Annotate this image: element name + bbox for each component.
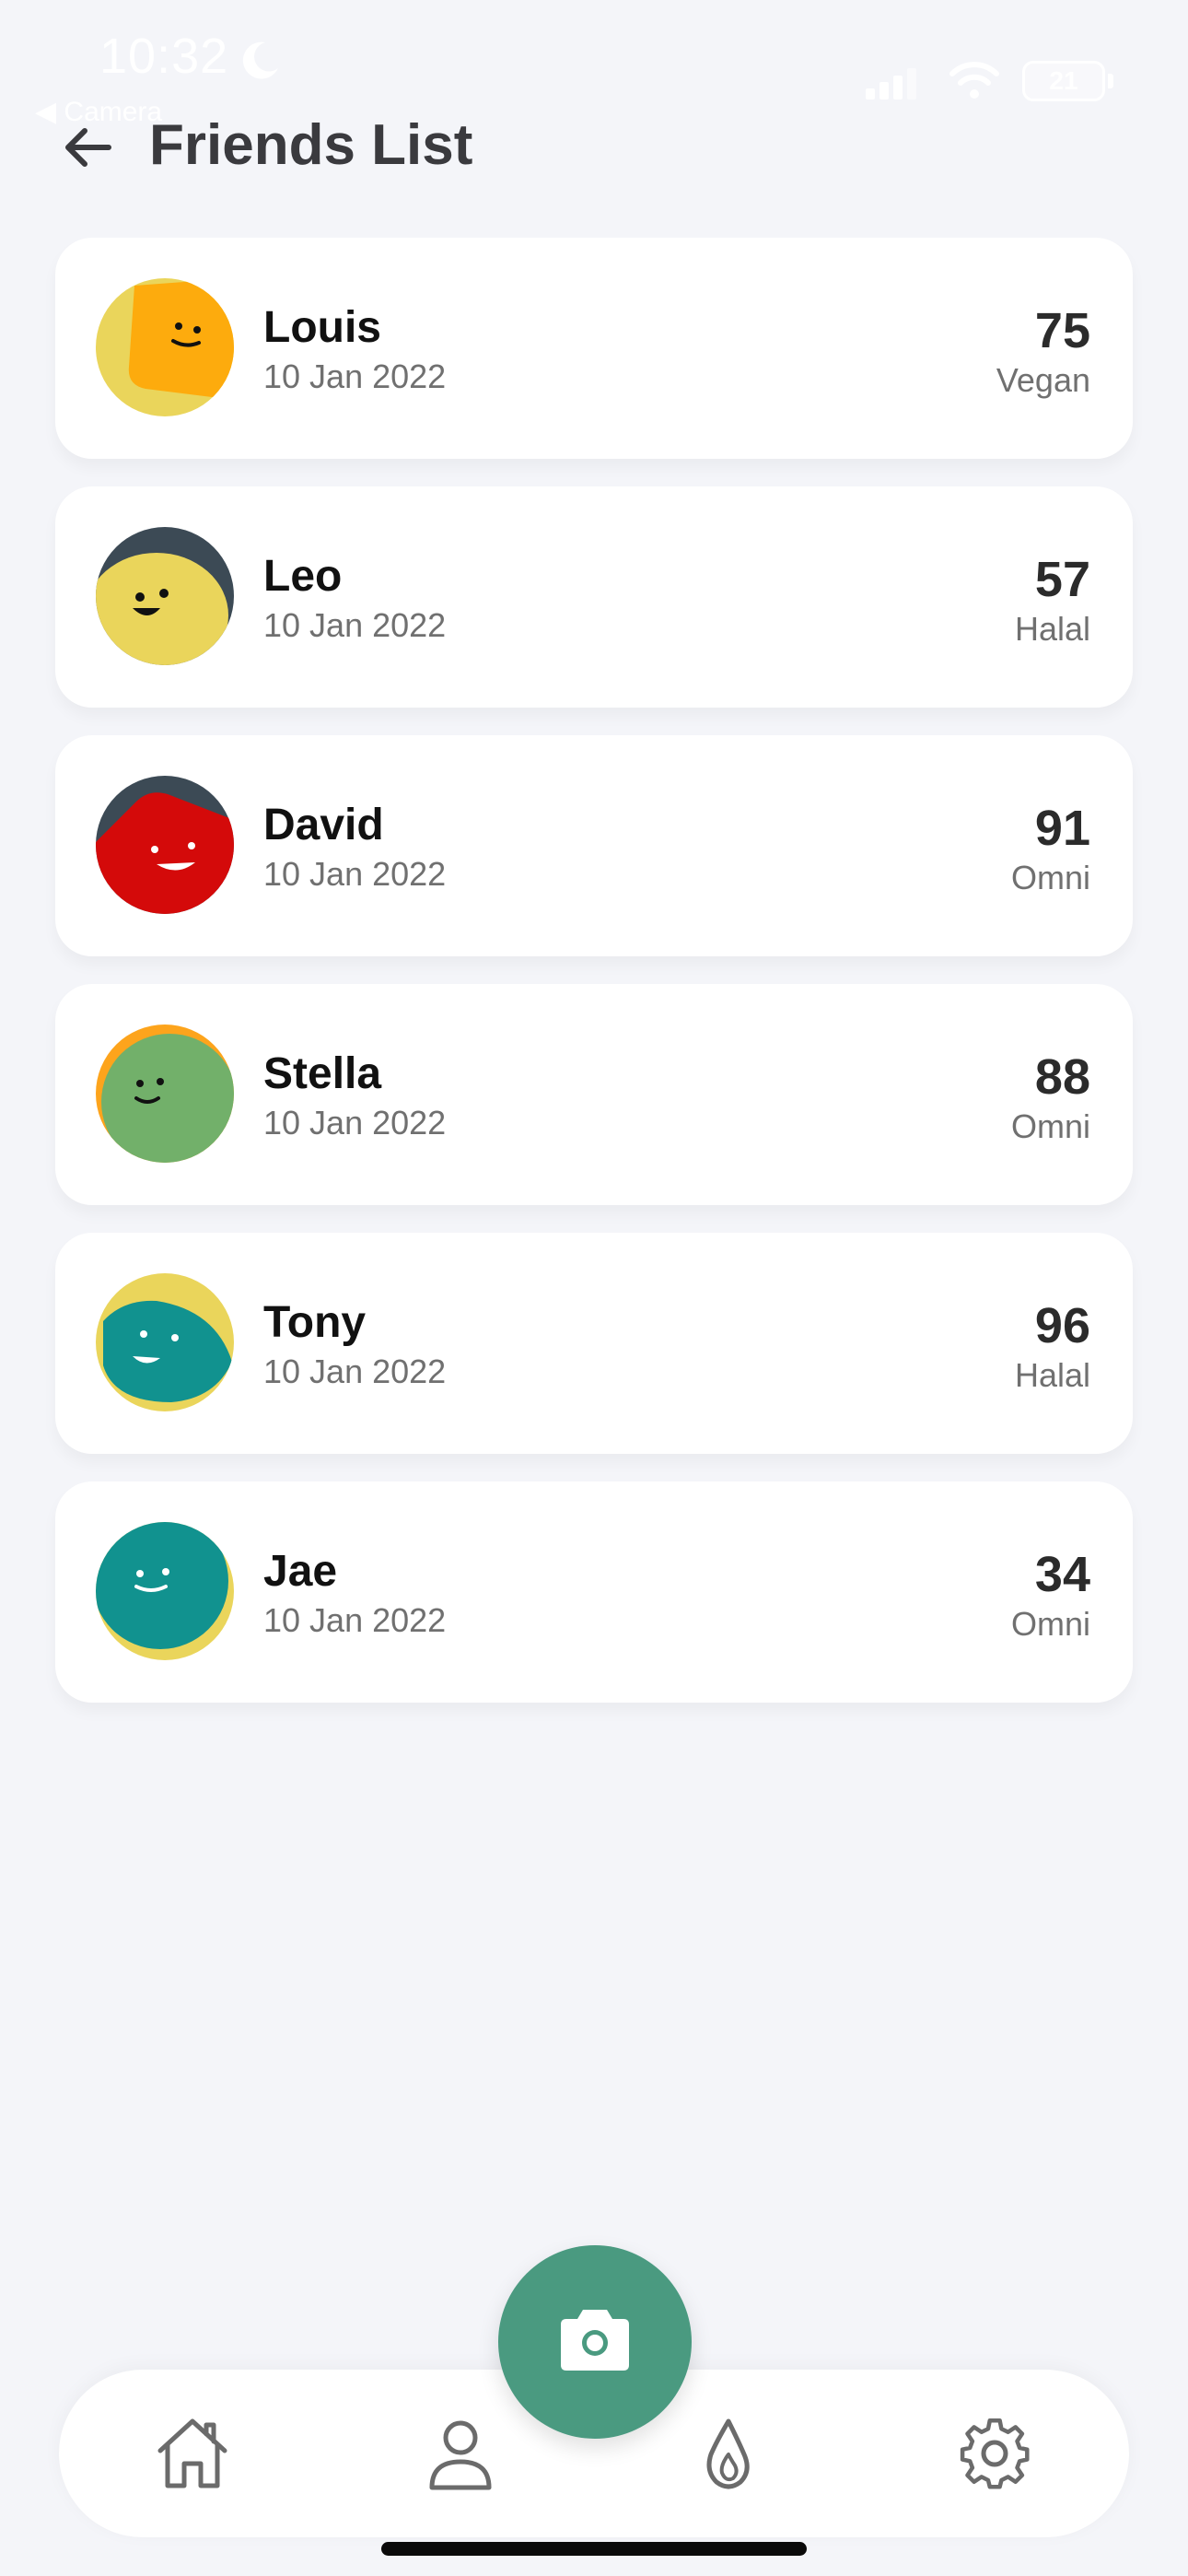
arrow-left-icon[interactable] xyxy=(61,120,116,175)
friend-diet: Vegan xyxy=(996,361,1090,399)
friend-score: 75 xyxy=(1034,303,1090,358)
settings-icon[interactable] xyxy=(955,2414,1034,2493)
avatar xyxy=(96,1025,234,1163)
friend-card-stella[interactable]: Stella 10 Jan 2022 88 Omni xyxy=(55,984,1133,1205)
friend-card-louis[interactable]: Louis 10 Jan 2022 75 Vegan xyxy=(55,238,1133,459)
friend-name: Stella xyxy=(263,1049,382,1098)
friend-date: 10 Jan 2022 xyxy=(263,1601,447,1639)
friend-card-tony[interactable]: Tony 10 Jan 2022 96 Halal xyxy=(55,1233,1133,1454)
friend-date: 10 Jan 2022 xyxy=(263,1104,447,1142)
avatar xyxy=(96,278,234,416)
avatar xyxy=(96,1522,234,1660)
status-bar: 10:32 ◀ Camera 21 xyxy=(0,0,1188,129)
friend-card-leo[interactable]: Leo 10 Jan 2022 57 Halal xyxy=(55,486,1133,708)
friend-date: 10 Jan 2022 xyxy=(263,606,447,644)
friend-date: 10 Jan 2022 xyxy=(263,855,447,893)
friend-list: Louis 10 Jan 2022 75 Vegan Leo 10 Jan 20… xyxy=(55,238,1133,1730)
camera-icon xyxy=(561,2310,629,2371)
avatar xyxy=(96,527,234,665)
friend-diet: Omni xyxy=(1010,859,1090,896)
friend-score: 88 xyxy=(1034,1049,1090,1105)
friend-diet: Omni xyxy=(1010,1605,1090,1643)
friend-name: Jae xyxy=(263,1547,338,1596)
avatar xyxy=(96,1273,234,1411)
battery-level: 21 xyxy=(1049,66,1078,95)
moon-icon xyxy=(242,41,278,79)
friend-name: Tony xyxy=(263,1298,367,1347)
camera-button[interactable] xyxy=(498,2245,692,2439)
profile-icon[interactable] xyxy=(421,2414,500,2493)
friend-date: 10 Jan 2022 xyxy=(263,1352,447,1390)
friend-name: Leo xyxy=(263,552,343,601)
friend-card-david[interactable]: David 10 Jan 2022 91 Omni xyxy=(55,735,1133,956)
friend-diet: Omni xyxy=(1010,1107,1090,1145)
friend-card-jae[interactable]: Jae 10 Jan 2022 34 Omni xyxy=(55,1481,1133,1703)
status-time: 10:32 xyxy=(99,29,229,84)
friend-score: 91 xyxy=(1034,801,1090,856)
cellular-signal-icon xyxy=(866,68,916,100)
home-icon[interactable] xyxy=(153,2414,232,2493)
friend-date: 10 Jan 2022 xyxy=(263,357,447,395)
friend-name: David xyxy=(263,801,384,849)
wifi-icon xyxy=(949,62,999,99)
friend-name: Louis xyxy=(263,303,381,352)
friend-diet: Halal xyxy=(1014,1356,1090,1394)
flame-icon[interactable] xyxy=(689,2414,768,2493)
friend-diet: Halal xyxy=(1014,610,1090,648)
page-title: Friends List xyxy=(149,113,473,177)
avatar xyxy=(96,776,234,914)
friend-score: 34 xyxy=(1034,1547,1090,1602)
home-indicator[interactable] xyxy=(381,2542,807,2556)
battery-indicator: 21 xyxy=(1022,61,1105,101)
friend-score: 96 xyxy=(1034,1298,1090,1353)
friend-score: 57 xyxy=(1034,552,1090,607)
battery-tip xyxy=(1108,74,1113,88)
